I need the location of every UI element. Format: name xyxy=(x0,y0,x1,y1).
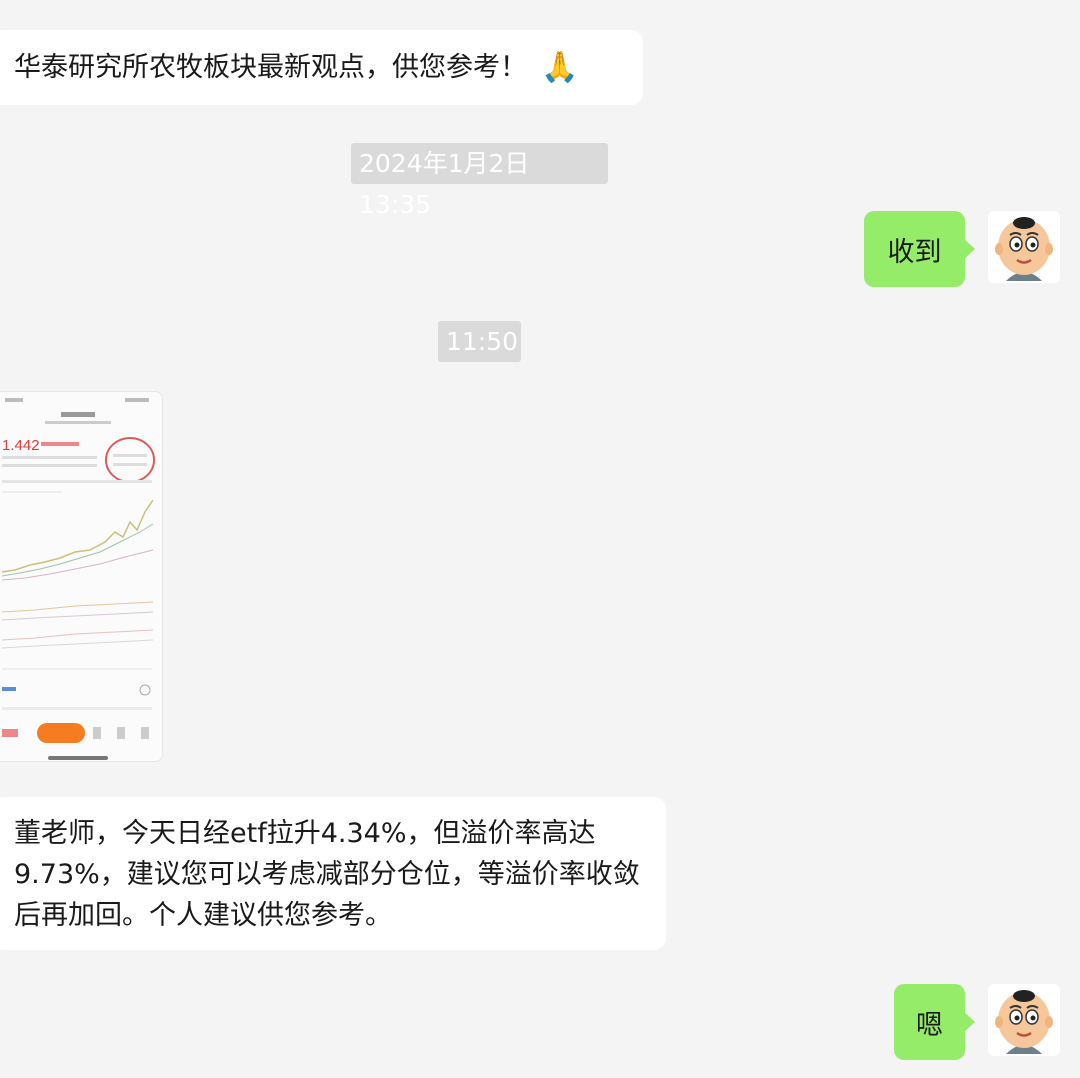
stock-chart-screenshot-icon: 1.442 xyxy=(1,398,155,743)
cartoon-avatar-icon xyxy=(995,990,1053,1054)
timestamp: 11:50 xyxy=(438,321,521,362)
message-text: 董老师，今天日经etf拉升4.34%，但溢价率高达9.73%，建议您可以考虑减部… xyxy=(14,818,640,931)
incoming-message-bubble[interactable]: 董老师，今天日经etf拉升4.34%，但溢价率高达9.73%，建议您可以考虑减部… xyxy=(0,797,666,950)
outgoing-message-bubble[interactable]: 收到 xyxy=(864,211,975,287)
pray-emoji-icon: 🙏 xyxy=(541,50,579,85)
price-text: 1.442 xyxy=(2,437,40,454)
home-indicator xyxy=(48,756,108,760)
image-message-thumbnail[interactable]: 1.442 xyxy=(0,391,163,762)
cartoon-avatar-icon xyxy=(995,217,1053,281)
avatar[interactable] xyxy=(988,984,1060,1056)
avatar[interactable] xyxy=(988,211,1060,283)
message-text: 嗯 xyxy=(916,1009,943,1041)
message-text: 收到 xyxy=(887,236,942,268)
incoming-message-bubble[interactable]: 华泰研究所农牧板块最新观点，供您参考！ 🙏 xyxy=(0,30,643,105)
message-text: 华泰研究所农牧板块最新观点，供您参考！ xyxy=(14,52,527,83)
outgoing-message-bubble[interactable]: 嗯 xyxy=(894,984,975,1060)
timestamp: 2024年1月2日 13:35 xyxy=(351,143,608,219)
